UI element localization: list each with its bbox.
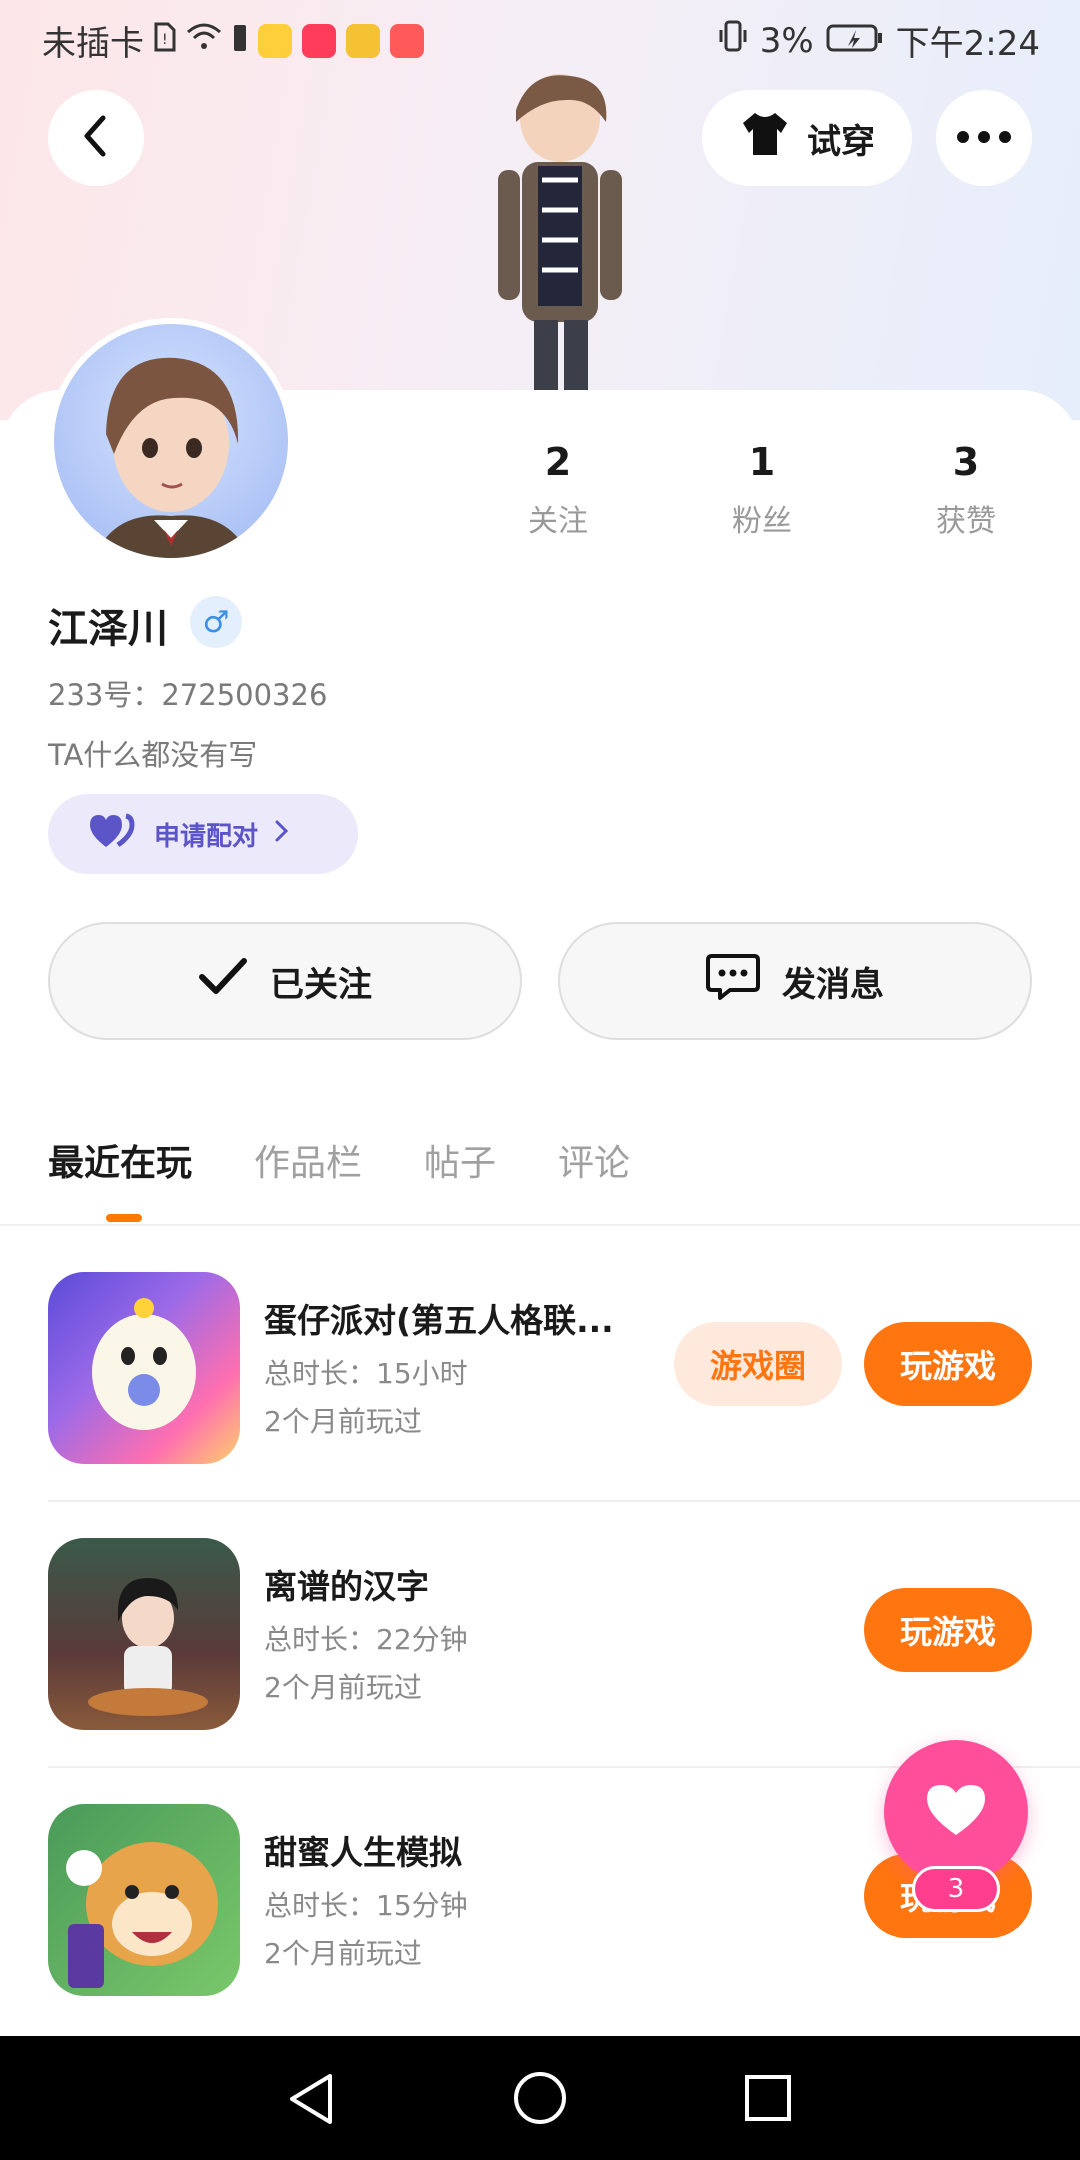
play-game-button[interactable]: 玩游戏 [864,1588,1032,1672]
tab-works[interactable]: 作品栏 [254,1134,362,1186]
game-last-played: 2个月前玩过 [264,1937,422,1970]
app-notification-icon [346,23,380,58]
game-list-item[interactable]: 离谱的汉字 总时长：22分钟 2个月前玩过 玩游戏 [48,1538,1032,1734]
chevron-right-icon [274,819,290,850]
tab-comments[interactable]: 评论 [558,1134,630,1186]
gender-symbol: ♂ [202,604,230,640]
stat-value: 1 [748,440,776,484]
tab-recently-played[interactable]: 最近在玩 [48,1134,192,1186]
vibrate-icon [718,20,748,61]
divider [48,1500,1080,1502]
clock-time: 下午2:24 [895,24,1040,64]
male-gender-icon: ♂ [190,596,242,648]
checkmark-icon [198,957,248,1006]
carrier-text: 未插卡 [42,24,144,64]
more-dots-icon [956,129,1012,148]
stat-value: 2 [544,440,572,484]
status-right: 3% 下午2:24 [718,16,1040,65]
user-bio: TA什么都没有写 [48,738,258,772]
app-notification-icon [390,23,424,58]
sim-icon: ! [154,21,176,61]
apply-pair-label: 申请配对 [154,821,259,852]
stat-following[interactable]: 2 关注 [488,440,628,540]
wifi-icon [186,21,222,61]
battery-percent: 3% [759,20,814,61]
chat-bubble-icon [706,952,760,1011]
heart-pair-icon [88,813,138,856]
apply-pair-button[interactable]: 申请配对 [48,794,358,874]
game-duration: 总时长：15分钟 [264,1889,468,1922]
followed-button[interactable]: 已关注 [48,922,522,1040]
stat-likes[interactable]: 3 获赞 [896,440,1036,540]
game-duration: 总时长：15小时 [264,1357,468,1390]
game-duration: 总时长：22分钟 [264,1623,468,1656]
active-tab-indicator [106,1214,142,1222]
svg-text:!: ! [162,32,168,48]
more-button[interactable] [936,90,1032,186]
shirt-icon [739,111,791,166]
user-id: 233号：272500326 [48,678,328,712]
game-icon-sweet-life [48,1804,240,1996]
game-circle-button[interactable]: 游戏圈 [674,1322,842,1406]
system-navigation-bar [0,2036,1080,2160]
try-on-label: 试穿 [807,121,875,162]
nav-recents-icon[interactable] [744,2074,792,2126]
game-name: 离谱的汉字 [264,1567,429,1606]
game-list-item[interactable]: 甜蜜人生模拟 总时长：15分钟 2个月前玩过 玩游戏 [48,1804,1032,2000]
app-notification-icon [258,23,292,58]
app-notification-icon [302,23,336,58]
user-name: 江泽川 [48,606,168,652]
nav-back-icon[interactable] [286,2072,336,2130]
back-button[interactable] [48,90,144,186]
floating-like-button[interactable] [884,1740,1028,1884]
followed-label: 已关注 [270,964,372,1005]
chevron-left-icon [79,114,113,162]
divider [0,1224,1080,1226]
send-message-label: 发消息 [782,964,884,1005]
battery-icon [826,21,884,61]
battery-alert-icon [232,21,248,61]
game-icon-eggy-party [48,1272,240,1464]
game-last-played: 2个月前玩过 [264,1671,422,1704]
play-game-button[interactable]: 玩游戏 [864,1322,1032,1406]
stat-label: 粉丝 [732,504,792,539]
avatar-character-figure [470,70,650,390]
like-count-badge: 3 [912,1866,1000,1912]
try-on-button[interactable]: 试穿 [702,90,912,186]
game-icon-chinese-characters [48,1538,240,1730]
stat-followers[interactable]: 1 粉丝 [692,440,832,540]
send-message-button[interactable]: 发消息 [558,922,1032,1040]
game-last-played: 2个月前玩过 [264,1405,422,1438]
profile-tabs: 最近在玩 作品栏 帖子 评论 [48,1134,630,1186]
stat-label: 关注 [528,504,588,539]
heart-icon [925,1783,987,1841]
avatar[interactable] [48,318,294,564]
game-name: 蛋仔派对(第五人格联... [264,1301,614,1340]
tab-posts[interactable]: 帖子 [424,1134,496,1186]
stat-label: 获赞 [936,504,996,539]
game-list-item[interactable]: 蛋仔派对(第五人格联... 总时长：15小时 2个月前玩过 游戏圈 玩游戏 [48,1272,1032,1468]
status-left: 未插卡 ! [42,16,424,65]
nav-home-icon[interactable] [512,2070,568,2130]
status-bar: 未插卡 ! 3% 下午2:24 [0,0,1080,76]
stat-value: 3 [952,440,980,484]
game-name: 甜蜜人生模拟 [264,1833,462,1872]
